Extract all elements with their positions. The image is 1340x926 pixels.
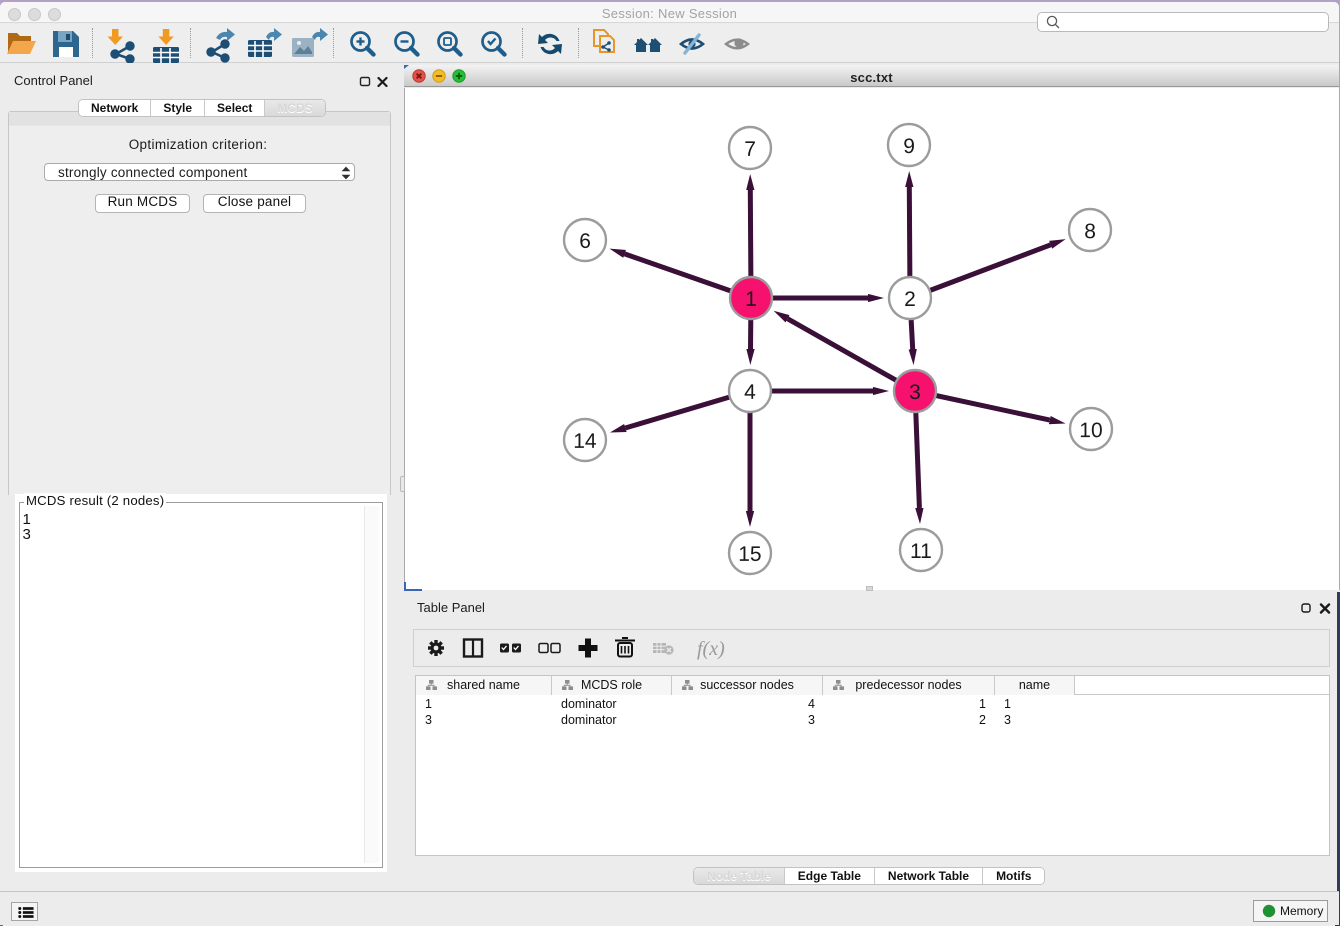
svg-text:2: 2	[904, 288, 916, 311]
svg-text:11: 11	[910, 540, 932, 563]
svg-text:3: 3	[909, 381, 921, 404]
svg-text:4: 4	[744, 381, 756, 404]
svg-text:7: 7	[744, 138, 756, 161]
svg-text:6: 6	[579, 230, 591, 253]
svg-text:8: 8	[1084, 220, 1096, 243]
svg-text:10: 10	[1079, 419, 1102, 442]
svg-text:15: 15	[738, 543, 761, 566]
svg-text:14: 14	[573, 430, 597, 453]
svg-text:9: 9	[903, 135, 915, 158]
svg-text:1: 1	[745, 288, 757, 311]
svg-text:f(x): f(x)	[697, 638, 725, 660]
